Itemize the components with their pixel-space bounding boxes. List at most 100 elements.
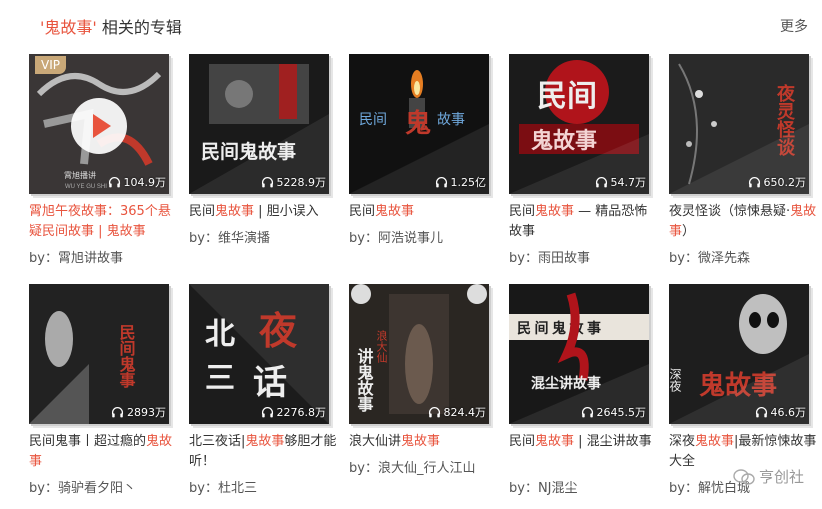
watermark: 亨创社 bbox=[733, 466, 804, 487]
album-card[interactable]: 民间 鬼 故事 1.25亿 民间鬼故事 by：阿浩说事儿 bbox=[349, 54, 489, 274]
play-count: 54.7万 bbox=[595, 173, 647, 191]
album-author[interactable]: by：维华演播 bbox=[189, 227, 270, 246]
wechat-icon bbox=[733, 468, 755, 485]
vip-badge: VIP bbox=[35, 56, 66, 74]
section-title: '鬼故事' 相关的专辑 bbox=[40, 14, 182, 38]
album-author[interactable]: by：骑驴看夕阳丶 bbox=[29, 477, 136, 496]
play-count-value: 54.7万 bbox=[610, 176, 647, 189]
watermark-label: 亨创社 bbox=[758, 468, 804, 486]
album-title[interactable]: 霄旭午夜故事：365个悬疑民间故事 | 鬼故事 bbox=[29, 202, 177, 242]
album-title-text: 民间 bbox=[349, 204, 376, 219]
cover-caption: 三 bbox=[205, 362, 235, 395]
album-title[interactable]: 民间鬼故事 — 精品恐怖故事 bbox=[509, 202, 657, 242]
play-count-value: 2893万 bbox=[127, 406, 166, 419]
album-author[interactable]: by：雨田故事 bbox=[509, 247, 590, 266]
album-cover[interactable]: 夜灵怪谈 650.2万 bbox=[669, 54, 809, 194]
headphones-icon bbox=[108, 176, 120, 187]
album-author[interactable]: by：浪大仙_行人江山 bbox=[349, 457, 475, 476]
album-card[interactable]: 民间 鬼故事 54.7万 民间鬼故事 — 精品恐怖故事 by：雨田故事 bbox=[509, 54, 649, 274]
album-title[interactable]: 民间鬼事丨超过瘾的鬼故事 bbox=[29, 432, 177, 472]
album-cover[interactable]: 深夜 鬼故事 46.6万 bbox=[669, 284, 809, 424]
play-count: 46.6万 bbox=[755, 403, 807, 421]
album-card[interactable]: 北 夜 三 话 2276.8万 北三夜话|鬼故事够胆才能听！ by：杜北三 bbox=[189, 284, 336, 504]
cover-caption: 深夜 bbox=[669, 368, 682, 393]
play-count: 2893万 bbox=[111, 403, 166, 421]
album-title-text: 浪大仙讲 bbox=[349, 434, 402, 449]
cover-caption: 鬼 bbox=[405, 108, 431, 138]
album-title-text: 民间 bbox=[509, 434, 536, 449]
play-icon bbox=[93, 114, 111, 138]
section-title-suffix: 相关的专辑 bbox=[101, 18, 182, 37]
headphones-icon bbox=[755, 406, 767, 417]
album-cover[interactable]: 民 间 鬼 故 事 混尘讲故事 2645.5万 bbox=[509, 284, 649, 424]
album-title[interactable]: 民间鬼故事 | 混尘讲故事 bbox=[509, 432, 657, 452]
album-title[interactable]: 民间鬼故事 bbox=[349, 202, 497, 222]
album-title-keyword: 鬼故事 bbox=[535, 204, 575, 219]
album-cover[interactable]: 民间鬼故事 5228.9万 bbox=[189, 54, 329, 194]
album-author[interactable]: by：微泽先森 bbox=[669, 247, 750, 266]
cover-caption: 夜 bbox=[258, 311, 298, 353]
headphones-icon bbox=[748, 176, 760, 187]
album-title-text: 霄旭午夜故事：365个悬疑民间故事 | 鬼故事 bbox=[29, 204, 171, 239]
play-count-value: 1.25亿 bbox=[450, 176, 487, 189]
cover-caption: 讲鬼故事 bbox=[355, 347, 374, 413]
album-card[interactable]: 夜灵怪谈 650.2万 夜灵怪谈（惊悚悬疑·鬼故事） by：微泽先森 bbox=[669, 54, 816, 274]
play-count-value: 5228.9万 bbox=[276, 176, 327, 189]
album-title-text: | 胆小误入 bbox=[254, 204, 319, 219]
section-header: '鬼故事' 相关的专辑 更多 bbox=[0, 0, 822, 46]
album-cover[interactable]: 民间 鬼 故事 1.25亿 bbox=[349, 54, 489, 194]
album-cover[interactable]: 北 夜 三 话 2276.8万 bbox=[189, 284, 329, 424]
play-count-value: 46.6万 bbox=[770, 406, 807, 419]
more-link[interactable]: 更多 bbox=[780, 16, 808, 36]
play-count-value: 650.2万 bbox=[763, 176, 807, 189]
album-card[interactable]: 民 间 鬼 故 事 混尘讲故事 2645.5万 民间鬼故事 | 混尘讲故事 by… bbox=[509, 284, 652, 504]
album-card[interactable]: 讲鬼故事 浪大仙 824.4万 浪大仙讲鬼故事 by：浪大仙_行人江山 bbox=[349, 284, 489, 504]
album-title[interactable]: 北三夜话|鬼故事够胆才能听！ bbox=[189, 432, 337, 472]
album-cover[interactable]: 民间鬼事 2893万 bbox=[29, 284, 169, 424]
play-count-value: 824.4万 bbox=[443, 406, 487, 419]
cover-caption: 故事 bbox=[437, 112, 465, 128]
album-title-keyword: 鬼故事 bbox=[535, 434, 575, 449]
album-author[interactable]: by：阿浩说事儿 bbox=[349, 227, 443, 246]
album-author[interactable]: by：霄旭讲故事 bbox=[29, 247, 123, 266]
play-count: 2645.5万 bbox=[581, 403, 646, 421]
album-title-text: 北三夜话| bbox=[189, 434, 246, 449]
play-count: 650.2万 bbox=[748, 173, 807, 191]
album-author[interactable]: by：杜北三 bbox=[189, 477, 257, 496]
album-cover[interactable]: 民间 鬼故事 54.7万 bbox=[509, 54, 649, 194]
play-count-value: 104.9万 bbox=[123, 176, 167, 189]
headphones-icon bbox=[261, 406, 273, 417]
album-card[interactable]: 民间鬼故事 5228.9万 民间鬼故事 | 胆小误入 by：维华演播 bbox=[189, 54, 329, 274]
cover-caption: 浪大仙 bbox=[375, 329, 388, 363]
play-count: 5228.9万 bbox=[261, 173, 327, 191]
album-title-keyword: 鬼故事 bbox=[245, 434, 285, 449]
album-cover[interactable]: 讲鬼故事 浪大仙 824.4万 bbox=[349, 284, 489, 424]
album-title-text: 深夜 bbox=[669, 434, 696, 449]
album-title[interactable]: 浪大仙讲鬼故事 bbox=[349, 432, 497, 452]
album-author[interactable]: by：NJ混尘 bbox=[509, 477, 578, 496]
play-button[interactable] bbox=[71, 98, 127, 154]
headphones-icon bbox=[261, 176, 273, 187]
album-title[interactable]: 民间鬼故事 | 胆小误入 bbox=[189, 202, 337, 222]
album-title[interactable]: 夜灵怪谈（惊悚悬疑·鬼故事） bbox=[669, 202, 817, 242]
play-count: 824.4万 bbox=[428, 403, 487, 421]
album-title-text: 民间 bbox=[509, 204, 536, 219]
play-count: 1.25亿 bbox=[435, 173, 487, 191]
cover-caption: 鬼故事 bbox=[531, 128, 597, 153]
album-title-text: ） bbox=[682, 224, 696, 239]
album-title-text: 民间 bbox=[189, 204, 216, 219]
album-title-keyword: 鬼故事 bbox=[215, 204, 255, 219]
cover-caption: 话 bbox=[253, 364, 287, 402]
section-title-keyword: '鬼故事' bbox=[40, 18, 97, 37]
album-title-keyword: 鬼故事 bbox=[375, 204, 415, 219]
play-count: 2276.8万 bbox=[261, 403, 327, 421]
cover-caption: 民 间 鬼 故 事 bbox=[517, 320, 601, 337]
headphones-icon bbox=[595, 176, 607, 187]
cover-caption: 民间 bbox=[537, 80, 597, 113]
album-card[interactable]: 霄旭播讲 WU YE GU SHI VIP 104.9万 霄旭午夜故事：365个… bbox=[29, 54, 171, 274]
cover-caption: 民间鬼事 bbox=[117, 324, 136, 389]
album-card[interactable]: 民间鬼事 2893万 民间鬼事丨超过瘾的鬼故事 by：骑驴看夕阳丶 bbox=[29, 284, 172, 504]
album-title-text: | 混尘讲故事 bbox=[574, 434, 652, 449]
album-cover[interactable]: 霄旭播讲 WU YE GU SHI VIP 104.9万 bbox=[29, 54, 169, 194]
play-count-value: 2276.8万 bbox=[276, 406, 327, 419]
